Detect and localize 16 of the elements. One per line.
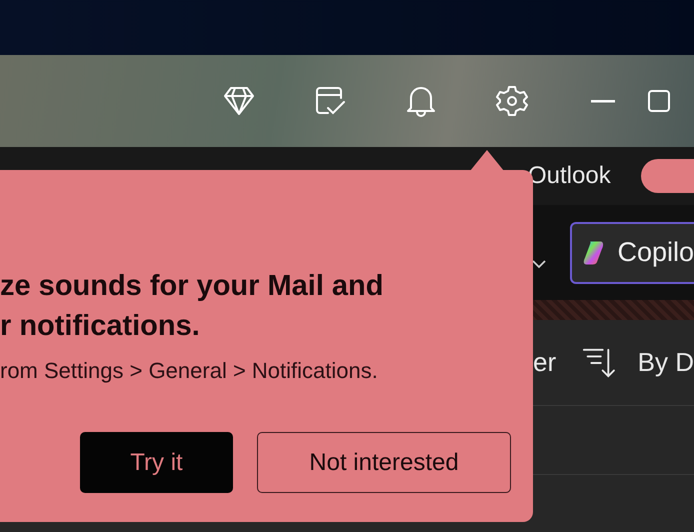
toggle-switch[interactable] <box>641 159 694 193</box>
try-it-button[interactable]: Try it <box>80 432 233 493</box>
chevron-down-icon[interactable] <box>532 258 546 268</box>
notifications-icon[interactable] <box>406 85 436 117</box>
settings-icon[interactable] <box>496 85 528 117</box>
popup-message: rom Settings > General > Notifications. <box>0 358 378 384</box>
diamond-icon[interactable] <box>222 86 254 116</box>
minimize-icon[interactable] <box>590 100 614 102</box>
dismiss-button[interactable]: Not interested <box>257 432 511 493</box>
maximize-icon[interactable] <box>648 90 670 112</box>
filter-label[interactable]: er <box>533 347 582 378</box>
popup-title: ze sounds for your Mail and r notifications. <box>0 269 384 344</box>
sort-label[interactable]: By D <box>638 347 694 378</box>
calendar-check-icon[interactable] <box>314 85 346 117</box>
app-title: Outlook <box>528 162 612 190</box>
copilot-button[interactable]: Copilo <box>570 222 694 284</box>
